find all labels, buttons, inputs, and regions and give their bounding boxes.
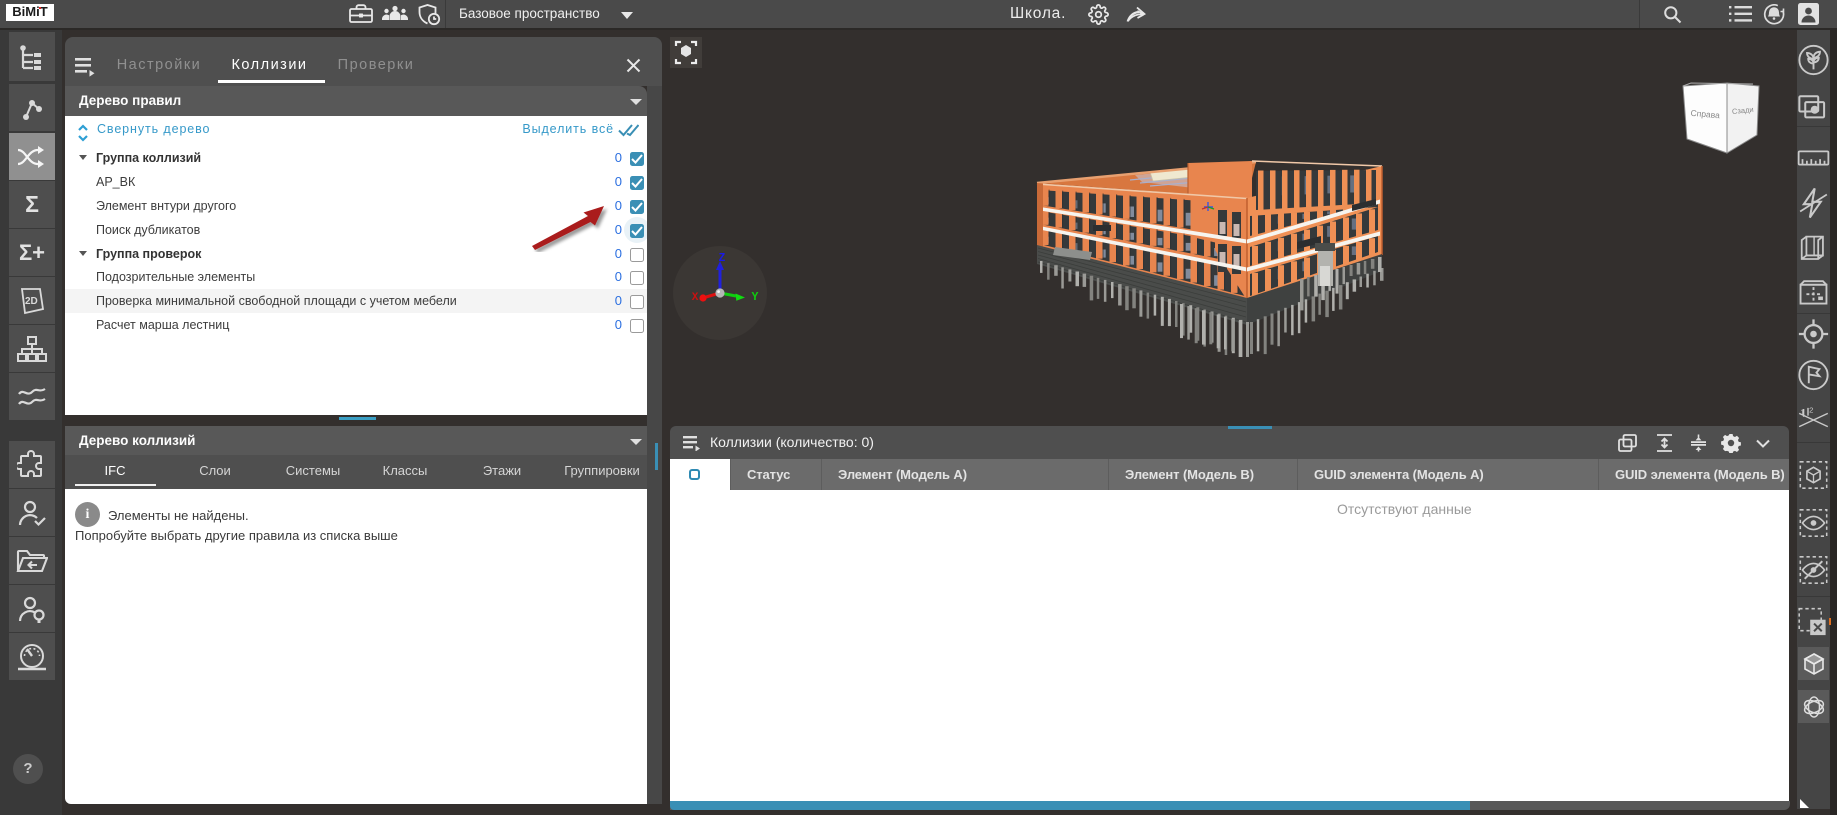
svg-text:Y: Y — [752, 291, 759, 304]
svg-text:2D: 2D — [25, 296, 38, 307]
svg-text:1: 1 — [1800, 408, 1804, 417]
svg-text:X: X — [692, 292, 699, 304]
svg-text:2: 2 — [1809, 405, 1813, 414]
svg-text:Z: Z — [719, 252, 726, 265]
